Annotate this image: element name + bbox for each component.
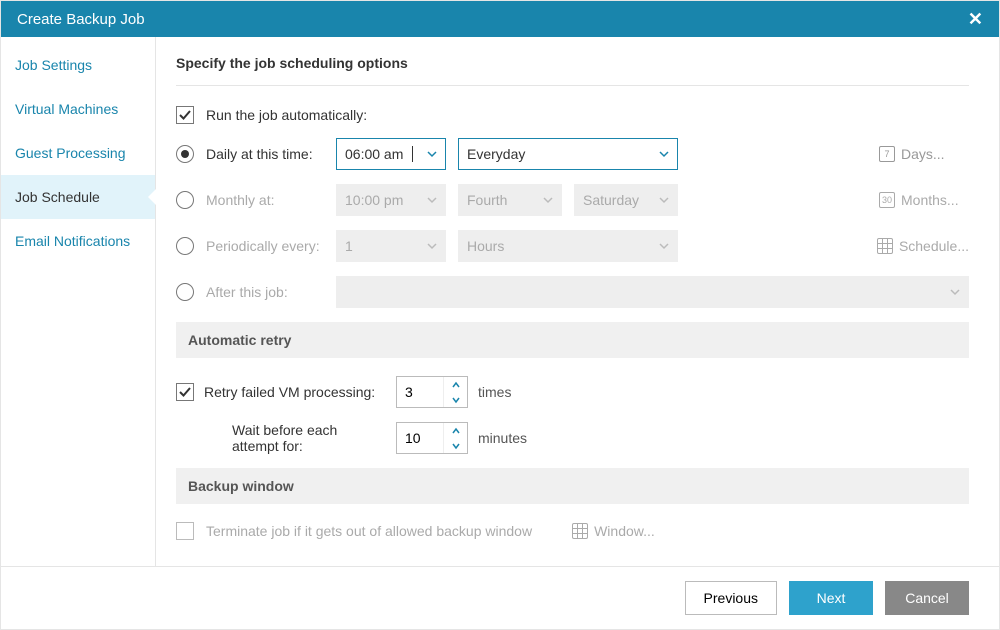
sidebar-item-email-notifications[interactable]: Email Notifications (1, 219, 155, 263)
wait-unit: minutes (478, 430, 527, 446)
chevron-down-icon (940, 287, 960, 297)
backup-window-header: Backup window (176, 468, 969, 504)
spinner-up[interactable] (444, 377, 467, 392)
retry-times-spinner[interactable] (396, 376, 468, 408)
sidebar-item-label: Virtual Machines (15, 101, 118, 117)
daily-time-value: 06:00 am (345, 146, 403, 162)
monthly-weekday-select[interactable]: Saturday (574, 184, 678, 216)
page-heading: Specify the job scheduling options (176, 55, 969, 71)
sidebar: Job Settings Virtual Machines Guest Proc… (1, 37, 156, 566)
next-button[interactable]: Next (789, 581, 873, 615)
wait-row: Wait before each attempt for: minutes (176, 422, 969, 454)
terminate-label: Terminate job if it gets out of allowed … (206, 523, 532, 539)
monthly-weekday-value: Saturday (583, 192, 639, 208)
chevron-down-icon (649, 195, 669, 205)
retry-row: Retry failed VM processing: times (176, 376, 969, 408)
after-job-select[interactable] (336, 276, 969, 308)
after-radio[interactable] (176, 283, 194, 301)
periodic-count-value: 1 (345, 238, 353, 254)
text-caret (412, 146, 413, 162)
dialog-body: Job Settings Virtual Machines Guest Proc… (1, 37, 999, 566)
terminate-checkbox[interactable] (176, 522, 194, 540)
dialog-footer: Previous Next Cancel (1, 566, 999, 629)
sidebar-item-label: Job Settings (15, 57, 92, 73)
periodic-count-select[interactable]: 1 (336, 230, 446, 262)
daily-radio[interactable] (176, 145, 194, 163)
sidebar-item-label: Job Schedule (15, 189, 100, 205)
wait-minutes-input[interactable] (397, 423, 443, 453)
chevron-down-icon (417, 195, 437, 205)
window-button[interactable]: Window... (572, 523, 662, 539)
run-automatically-row: Run the job automatically: (176, 106, 969, 124)
monthly-time-select[interactable]: 10:00 pm (336, 184, 446, 216)
close-icon[interactable]: ✕ (968, 9, 983, 30)
chevron-down-icon (417, 241, 437, 251)
months-button[interactable]: 30 Months... (879, 192, 969, 208)
schedule-option-monthly: Monthly at: 10:00 pm Fourth Saturday 30 … (176, 184, 969, 216)
retry-unit: times (478, 384, 511, 400)
periodic-label: Periodically every: (206, 238, 324, 254)
periodic-unit-select[interactable]: Hours (458, 230, 678, 262)
grid-icon (877, 238, 893, 254)
months-button-label: Months... (901, 192, 959, 208)
main-panel: Specify the job scheduling options Run t… (156, 37, 999, 566)
after-label: After this job: (206, 284, 324, 300)
sidebar-item-label: Email Notifications (15, 233, 130, 249)
calendar-icon: 7 (879, 146, 895, 162)
spinner-down[interactable] (444, 392, 467, 407)
run-automatically-label: Run the job automatically: (206, 107, 367, 123)
create-backup-job-dialog: Create Backup Job ✕ Job Settings Virtual… (0, 0, 1000, 630)
periodic-unit-value: Hours (467, 238, 504, 254)
daily-time-select[interactable]: 06:00 am (336, 138, 446, 170)
schedule-button[interactable]: Schedule... (877, 238, 969, 254)
days-button-label: Days... (901, 146, 945, 162)
check-icon (179, 109, 191, 121)
calendar-icon: 30 (879, 192, 895, 208)
monthly-ordinal-value: Fourth (467, 192, 507, 208)
previous-button[interactable]: Previous (685, 581, 777, 615)
daily-label: Daily at this time: (206, 146, 324, 162)
days-button[interactable]: 7 Days... (879, 146, 969, 162)
automatic-retry-header: Automatic retry (176, 322, 969, 358)
run-automatically-checkbox[interactable] (176, 106, 194, 124)
titlebar: Create Backup Job ✕ (1, 1, 999, 37)
spinner-up[interactable] (444, 423, 467, 438)
monthly-radio[interactable] (176, 191, 194, 209)
schedule-option-daily: Daily at this time: 06:00 am Everyday 7 … (176, 138, 969, 170)
wait-minutes-spinner[interactable] (396, 422, 468, 454)
retry-label: Retry failed VM processing: (204, 384, 386, 400)
retry-times-input[interactable] (397, 377, 443, 407)
sidebar-item-virtual-machines[interactable]: Virtual Machines (1, 87, 155, 131)
spinner-down[interactable] (444, 438, 467, 453)
wait-label: Wait before each attempt for: (204, 422, 386, 454)
sidebar-item-label: Guest Processing (15, 145, 126, 161)
chevron-down-icon (649, 241, 669, 251)
daily-repeat-select[interactable]: Everyday (458, 138, 678, 170)
monthly-ordinal-select[interactable]: Fourth (458, 184, 562, 216)
terminate-row: Terminate job if it gets out of allowed … (176, 522, 969, 540)
sidebar-item-guest-processing[interactable]: Guest Processing (1, 131, 155, 175)
chevron-down-icon (417, 149, 437, 159)
daily-repeat-value: Everyday (467, 146, 525, 162)
periodic-radio[interactable] (176, 237, 194, 255)
check-icon (179, 386, 191, 398)
sidebar-item-job-schedule[interactable]: Job Schedule (1, 175, 155, 219)
sidebar-item-job-settings[interactable]: Job Settings (1, 43, 155, 87)
chevron-down-icon (533, 195, 553, 205)
window-button-label: Window... (594, 523, 655, 539)
cancel-button[interactable]: Cancel (885, 581, 969, 615)
retry-checkbox[interactable] (176, 383, 194, 401)
divider (176, 85, 969, 86)
schedule-option-after: After this job: (176, 276, 969, 308)
monthly-time-value: 10:00 pm (345, 192, 403, 208)
schedule-option-periodic: Periodically every: 1 Hours Schedule... (176, 230, 969, 262)
schedule-button-label: Schedule... (899, 238, 969, 254)
dialog-title: Create Backup Job (17, 11, 968, 28)
monthly-label: Monthly at: (206, 192, 324, 208)
grid-icon (572, 523, 588, 539)
chevron-down-icon (649, 149, 669, 159)
